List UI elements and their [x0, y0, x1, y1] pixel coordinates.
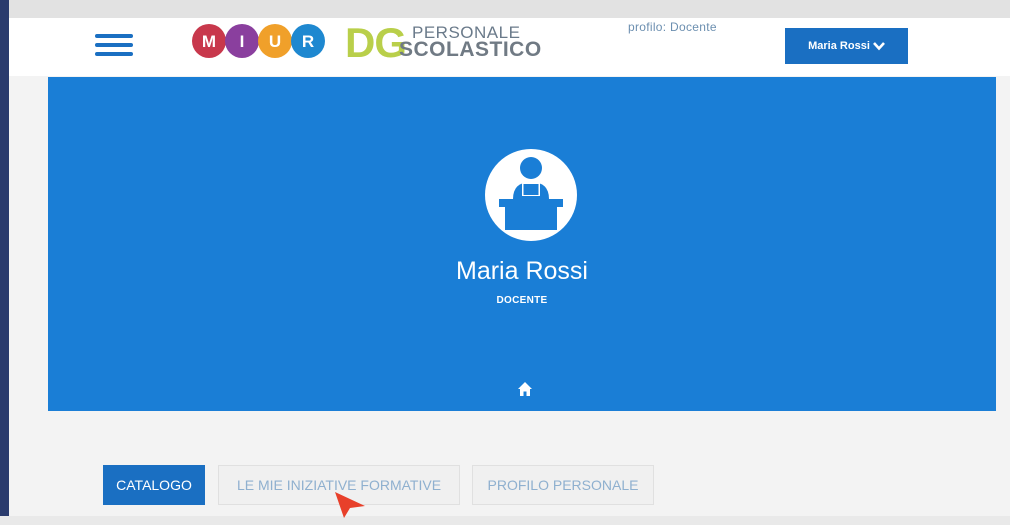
miur-logo[interactable]: M I U R [190, 22, 340, 60]
miur-letter-r: R [302, 32, 314, 51]
user-menu-button[interactable]: Maria Rossi [785, 28, 908, 64]
dg-letters: DG [345, 19, 407, 66]
window-edge [0, 0, 9, 516]
hamburger-icon[interactable] [95, 32, 135, 58]
browser-top-strip [9, 0, 1010, 18]
miur-letter-u: U [269, 32, 281, 51]
page: M I U R DG PERSONALE SCOLASTICO profilo:… [9, 18, 1010, 518]
teacher-avatar-icon [485, 149, 577, 241]
user-button-label: Maria Rossi [808, 40, 870, 52]
home-icon[interactable] [517, 381, 533, 397]
miur-letter-m: M [202, 32, 216, 51]
profile-role-label: profilo: Docente [628, 20, 717, 34]
dg-line2: SCOLASTICO [399, 38, 542, 61]
profile-hero-banner: Maria Rossi DOCENTE [48, 77, 996, 411]
miur-letter-i: I [240, 32, 245, 51]
user-name: Maria Rossi [456, 257, 588, 285]
chevron-down-icon [872, 39, 885, 54]
dg-personale-scolastico-logo[interactable]: DG PERSONALE SCOLASTICO [345, 19, 545, 66]
tab-catalogo[interactable]: CATALOGO [103, 465, 205, 505]
site-header: M I U R DG PERSONALE SCOLASTICO profilo:… [9, 18, 1010, 76]
user-role: DOCENTE [496, 295, 548, 306]
tab-profilo-personale[interactable]: PROFILO PERSONALE [472, 465, 654, 505]
